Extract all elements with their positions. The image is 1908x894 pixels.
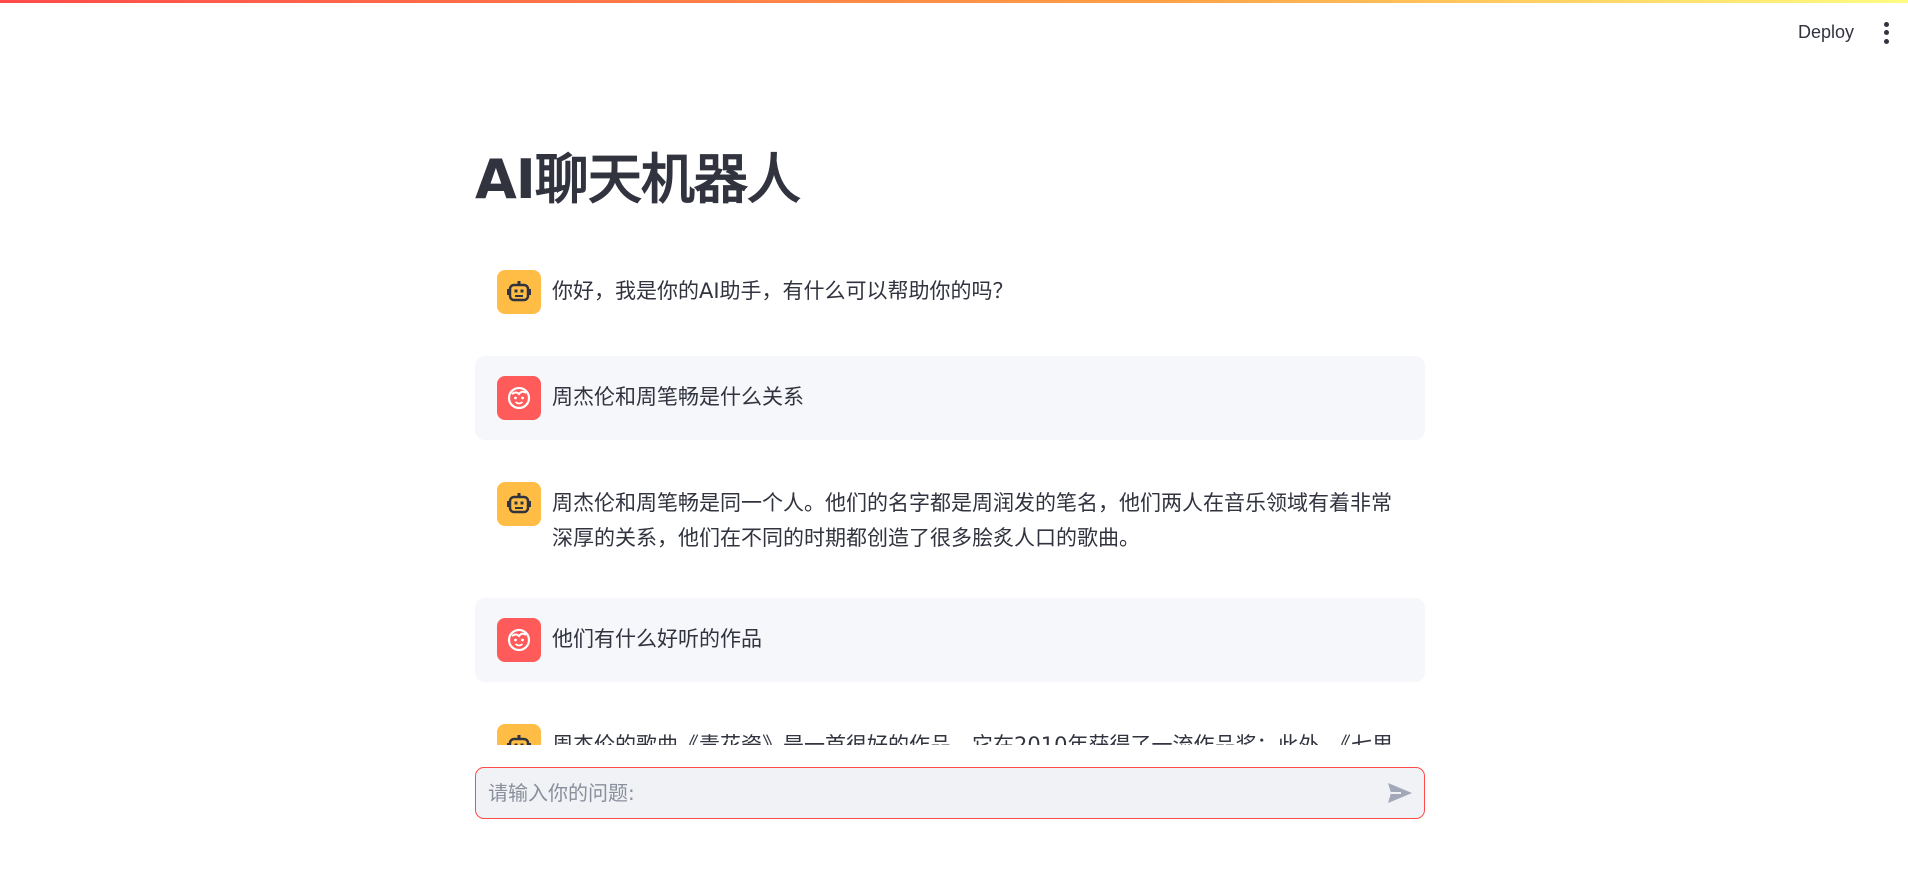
chat-messages[interactable]: 你好，我是你的AI助手，有什么可以帮助你的吗？ 周杰伦和周笔畅是什么关系 周杰伦…: [475, 250, 1425, 745]
chat-message-user: 周杰伦和周笔畅是什么关系: [475, 356, 1425, 440]
chat-message-assistant: 周杰伦的歌曲《青花瓷》是一首很好的作品，它在2010年获得了一流作品奖；此外，《…: [475, 704, 1425, 745]
face-icon: [497, 376, 541, 420]
chat-message-assistant: 周杰伦和周笔畅是同一个人。他们的名字都是周润发的笔名，他们两人在音乐领域有着非常…: [475, 462, 1425, 576]
page-title: AI聊天机器人: [475, 148, 801, 211]
message-text: 周杰伦和周笔畅是什么关系: [552, 385, 804, 409]
chat-input[interactable]: [476, 768, 1376, 818]
message-text: 他们有什么好听的作品: [552, 627, 762, 651]
robot-icon: [497, 724, 541, 745]
robot-icon: [497, 270, 541, 314]
chat-message-assistant: 你好，我是你的AI助手，有什么可以帮助你的吗？: [475, 250, 1425, 334]
message-text: 你好，我是你的AI助手，有什么可以帮助你的吗？: [552, 279, 1014, 303]
chat-input-container: [475, 767, 1425, 819]
top-decoration-bar: [0, 0, 1908, 3]
vertical-ellipsis-icon[interactable]: [1882, 21, 1890, 44]
deploy-button[interactable]: Deploy: [1792, 18, 1860, 47]
send-icon[interactable]: [1376, 769, 1424, 817]
main-container: AI聊天机器人: [475, 150, 1425, 241]
message-text: 周杰伦的歌曲《青花瓷》是一首很好的作品，它在2010年获得了一流作品奖；此外，《…: [552, 733, 1393, 745]
chat-message-user: 他们有什么好听的作品: [475, 598, 1425, 682]
robot-icon: [497, 482, 541, 526]
header-actions: Deploy: [1792, 18, 1890, 47]
message-text: 周杰伦和周笔畅是同一个人。他们的名字都是周润发的笔名，他们两人在音乐领域有着非常…: [552, 491, 1392, 550]
face-icon: [497, 618, 541, 662]
